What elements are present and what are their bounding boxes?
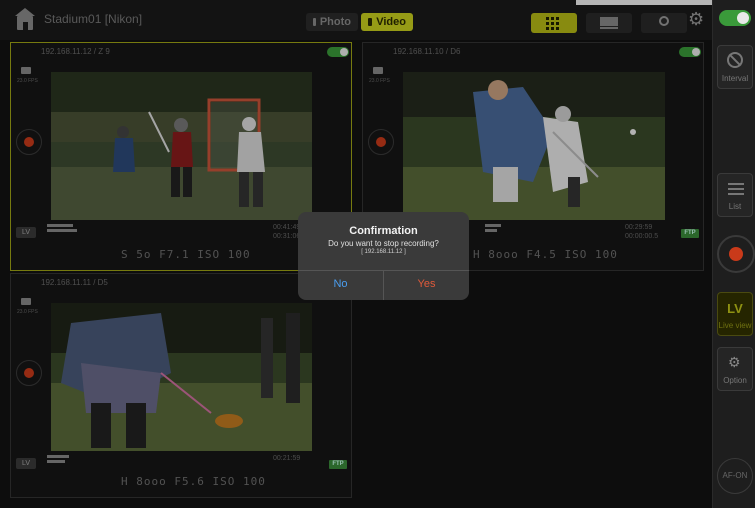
master-toggle[interactable] (719, 10, 751, 26)
lv-text: LV (727, 301, 743, 316)
yes-button[interactable]: Yes (384, 278, 469, 290)
dialog-title: Confirmation (349, 225, 418, 237)
gears-icon: ⚙ (728, 354, 741, 370)
right-sidebar: Interval List LV Live view ⚙ Option AF-O… (712, 0, 755, 508)
record-icon (729, 247, 743, 261)
live-view-sidebar-button[interactable]: LV Live view (717, 292, 753, 336)
list-label: List (728, 202, 742, 211)
app-window: Stadium01 [Nikon] Photo Video ⚙ 192.168.… (0, 0, 755, 508)
dialog-message: Do you want to stop recording? (328, 239, 439, 248)
live-view-label: Live view (718, 321, 752, 330)
interval-button[interactable]: Interval (717, 45, 753, 89)
no-button[interactable]: No (298, 278, 383, 290)
prohibited-icon (727, 52, 743, 68)
option-button[interactable]: ⚙ Option (717, 347, 753, 391)
af-on-button[interactable]: AF-ON (717, 458, 753, 494)
option-label: Option (723, 376, 747, 385)
list-icon (728, 183, 744, 195)
interval-label: Interval (721, 74, 749, 83)
dialog-ip: [ 192.168.11.12 ] (361, 249, 406, 255)
record-all-button[interactable] (717, 235, 755, 273)
list-button[interactable]: List (717, 173, 753, 217)
confirmation-dialog: Confirmation Do you want to stop recordi… (298, 212, 469, 300)
